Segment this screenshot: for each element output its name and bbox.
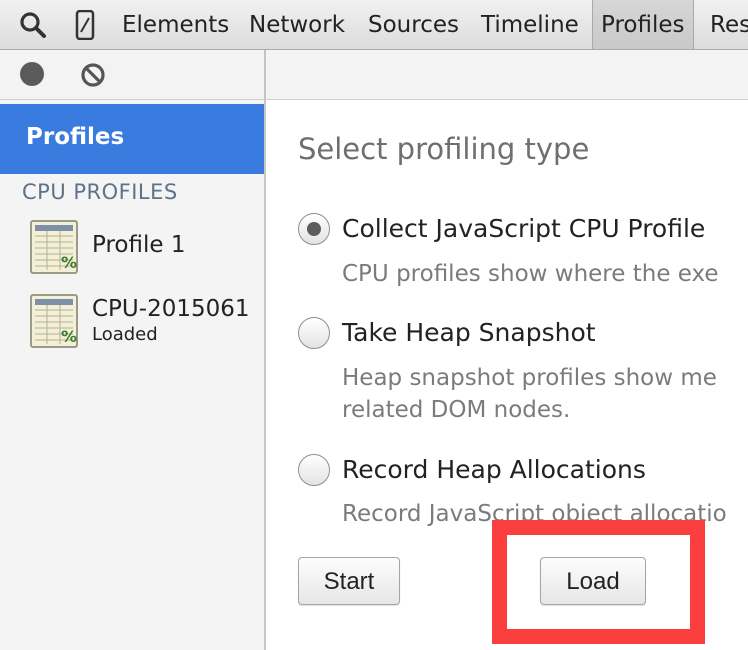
- main-toolbar-area: [266, 50, 748, 99]
- tab-profiles[interactable]: Profiles: [592, 0, 694, 49]
- option-desc-cpu-profile: CPU profiles show where the exe: [342, 261, 719, 287]
- radio-cpu-profile[interactable]: [298, 213, 330, 245]
- option-label-heap-allocations[interactable]: Record Heap Allocations: [342, 455, 646, 484]
- profile-title: Profile 1: [92, 232, 186, 258]
- tab-sources[interactable]: Sources: [368, 0, 459, 49]
- tab-network[interactable]: Network: [249, 0, 345, 49]
- devtools-tab-bar: Elements Network Sources Timeline Profil…: [0, 0, 748, 50]
- tab-resources[interactable]: Res: [710, 0, 748, 49]
- profile-item-1[interactable]: % Profile 1: [0, 220, 264, 280]
- tab-timeline[interactable]: Timeline: [481, 0, 579, 49]
- tab-elements[interactable]: Elements: [122, 0, 229, 49]
- svg-text:%: %: [61, 327, 77, 346]
- profiles-toolbar: [0, 50, 748, 100]
- device-mode-icon[interactable]: [72, 9, 102, 41]
- profile-icon: %: [30, 220, 78, 274]
- radio-heap-snapshot[interactable]: [298, 317, 330, 349]
- profiling-type-panel: Select profiling type Collect JavaScript…: [266, 100, 748, 650]
- option-desc-heap-allocations: Record JavaScript object allocatio: [342, 501, 727, 527]
- profiles-sidebar: Profiles CPU PROFILES % Profile 1 % CPU-…: [0, 100, 266, 650]
- search-icon[interactable]: [18, 10, 48, 40]
- option-label-cpu-profile[interactable]: Collect JavaScript CPU Profile: [342, 214, 705, 243]
- profile-item-2[interactable]: % CPU-2015061 Loaded: [0, 294, 264, 354]
- page-title: Select profiling type: [298, 132, 590, 166]
- start-button[interactable]: Start: [298, 557, 400, 605]
- option-desc-heap-snapshot: Heap snapshot profiles show me: [342, 365, 717, 391]
- option-label-heap-snapshot[interactable]: Take Heap Snapshot: [342, 318, 596, 347]
- load-button[interactable]: Load: [540, 557, 646, 605]
- profile-title: CPU-2015061: [92, 296, 250, 322]
- record-icon[interactable]: [20, 62, 44, 86]
- radio-heap-allocations[interactable]: [298, 454, 330, 486]
- sidebar-item-profiles[interactable]: Profiles: [0, 104, 264, 174]
- cpu-profiles-header: CPU PROFILES: [22, 180, 178, 204]
- svg-text:%: %: [61, 253, 77, 272]
- clear-icon[interactable]: [80, 62, 106, 88]
- profile-icon: %: [30, 294, 78, 348]
- option-desc-heap-snapshot-line2: related DOM nodes.: [342, 397, 571, 423]
- profile-status: Loaded: [92, 324, 158, 345]
